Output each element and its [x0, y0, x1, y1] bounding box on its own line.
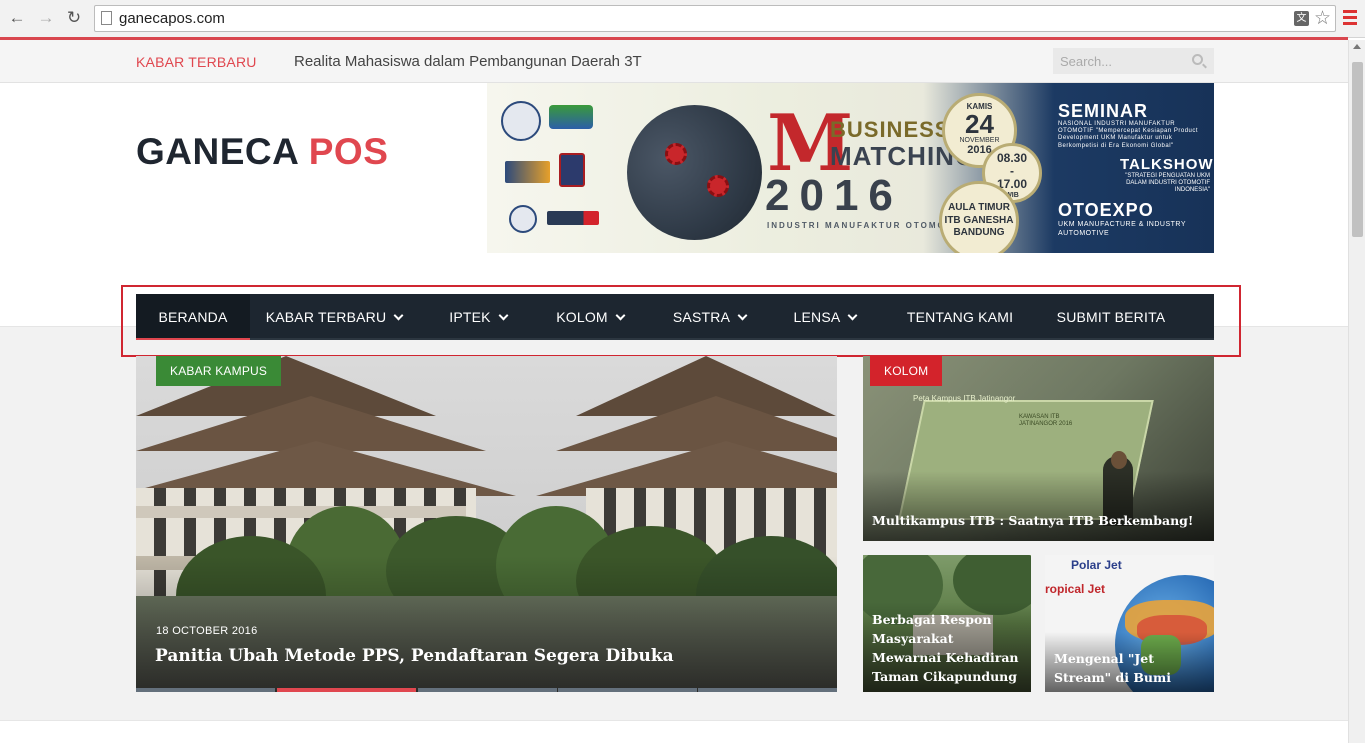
- article-title[interactable]: Mengenal "Jet Stream" di Bumi: [1054, 649, 1204, 687]
- banner-business: BUSINESS: [830, 117, 951, 142]
- chevron-down-icon: [848, 310, 858, 321]
- featured-article[interactable]: KABAR KAMPUS 18 OCTOBER 2016 Panitia Uba…: [136, 356, 837, 692]
- page: KABAR TERBARU Realita Mahasiswa dalam Pe…: [0, 40, 1348, 743]
- side-article-3[interactable]: Polar Jet ropical Jet Mengenal "Jet Stre…: [1045, 555, 1214, 692]
- chevron-down-icon: [393, 310, 404, 321]
- nav-item-tentang-kami[interactable]: TENTANG KAMI: [900, 294, 1020, 340]
- gears-graphic: [627, 105, 762, 240]
- site-logo[interactable]: GANECA POS: [136, 131, 388, 173]
- nav-item-sastra[interactable]: SASTRA: [668, 294, 751, 340]
- scrollbar-thumb[interactable]: [1352, 62, 1363, 237]
- slide-label: KAWASAN ITB JATINANGOR 2016: [1019, 414, 1073, 428]
- translate-icon[interactable]: 文: [1294, 11, 1309, 26]
- banner-event-list: SEMINAR NASIONAL INDUSTRI MANUFAKTUR OTO…: [1058, 101, 1214, 238]
- sponsor-logos: [487, 83, 617, 253]
- nav-item-submit-berita[interactable]: SUBMIT BERITA: [1050, 294, 1172, 340]
- logo-text-primary: GANECA: [136, 131, 298, 172]
- seal-logo: [509, 205, 537, 233]
- image-label-tropical-jet: ropical Jet: [1045, 582, 1106, 596]
- ticker-label: KABAR TERBARU: [136, 54, 257, 70]
- address-bar[interactable]: ganecapos.com 文 ☆: [94, 5, 1336, 32]
- slider-dot[interactable]: [558, 688, 697, 692]
- nav-item-beranda[interactable]: BERANDA: [136, 294, 250, 340]
- article-title[interactable]: Berbagai Respon Masyarakat Mewarnai Keha…: [872, 610, 1022, 686]
- scroll-up-icon[interactable]: [1353, 44, 1361, 49]
- forward-icon[interactable]: →: [36, 8, 56, 28]
- itb-logo: [501, 101, 541, 141]
- url-text[interactable]: ganecapos.com: [119, 10, 225, 27]
- slider-dot-active[interactable]: [277, 688, 416, 692]
- top-bar: KABAR TERBARU Realita Mahasiswa dalam Pe…: [0, 40, 1348, 83]
- star-icon[interactable]: ☆: [1314, 7, 1331, 30]
- search-input[interactable]: [1053, 48, 1183, 74]
- content-section-top: [0, 720, 1348, 743]
- slide-heading: Peta Kampus ITB Jatinangor: [913, 394, 1016, 403]
- search-icon[interactable]: [1192, 54, 1203, 65]
- nav-item-lensa[interactable]: LENSA: [788, 294, 862, 340]
- ad-banner[interactable]: M BUSINESS MATCHING 2016 INDUSTRI MANUFA…: [487, 83, 1214, 253]
- banner-place-badge: AULA TIMUR ITB GANESHA BANDUNG: [939, 181, 1019, 253]
- september-logo: [547, 211, 599, 225]
- article-date: 18 OCTOBER 2016: [156, 625, 258, 637]
- reload-icon[interactable]: ↻: [64, 8, 84, 28]
- image-label-polar-jet: Polar Jet: [1071, 558, 1122, 572]
- banner-subtitle: INDUSTRI MANUFAKTUR OTOMOTIF: [767, 221, 964, 230]
- menu-icon[interactable]: [1343, 10, 1357, 26]
- slider-dot[interactable]: [136, 688, 275, 692]
- nav-item-kolom[interactable]: KOLOM: [550, 294, 630, 340]
- category-badge[interactable]: KABAR KAMPUS: [156, 356, 282, 386]
- chevron-down-icon: [498, 310, 509, 321]
- nav-item-iptek[interactable]: IPTEK: [443, 294, 513, 340]
- slider-dot[interactable]: [698, 688, 837, 692]
- back-icon[interactable]: ←: [7, 8, 27, 28]
- article-title[interactable]: Panitia Ubah Metode PPS, Pendaftaran Seg…: [155, 646, 674, 666]
- logo-text-accent: POS: [297, 131, 389, 172]
- sponsor-logo: [549, 105, 593, 129]
- side-article-2[interactable]: Berbagai Respon Masyarakat Mewarnai Keha…: [863, 555, 1031, 692]
- page-icon: [101, 11, 112, 25]
- search-box: [1053, 48, 1214, 74]
- banner-year: 2016: [765, 171, 903, 220]
- category-badge[interactable]: KOLOM: [870, 356, 943, 386]
- nav-item-kabar-terbaru[interactable]: KABAR TERBARU: [264, 294, 404, 340]
- chevron-down-icon: [615, 310, 626, 321]
- crest-logo: [559, 153, 585, 187]
- browser-toolbar: ← → ↻ ganecapos.com 文 ☆: [0, 0, 1365, 38]
- side-article-1[interactable]: Peta Kampus ITB Jatinangor KAWASAN ITB J…: [863, 356, 1214, 541]
- article-title[interactable]: Multikampus ITB : Saatnya ITB Berkembang…: [872, 511, 1193, 530]
- ticker-headline-link[interactable]: Realita Mahasiswa dalam Pembangunan Daer…: [294, 53, 642, 70]
- site-header: GANECA POS M BUSINESS MATCHING 2016 INDU…: [0, 83, 1348, 357]
- slider-dot[interactable]: [418, 688, 557, 692]
- page-scrollbar[interactable]: [1348, 40, 1365, 743]
- chevron-down-icon: [737, 310, 748, 321]
- alumni-logo: [505, 161, 550, 183]
- main-nav: BERANDA KABAR TERBARU IPTEK KOLOM SASTRA…: [136, 294, 1214, 340]
